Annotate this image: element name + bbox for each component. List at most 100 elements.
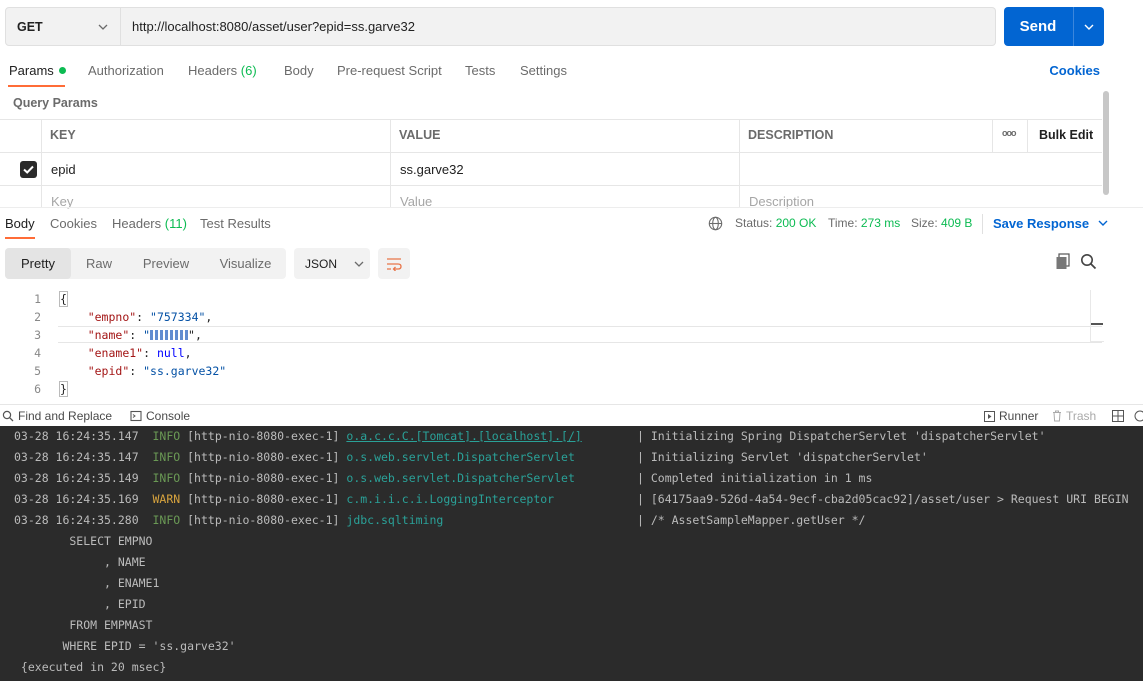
tab-tests[interactable]: Tests [465, 63, 495, 78]
json-key: "name" [87, 328, 130, 342]
param-checkbox[interactable] [20, 161, 37, 178]
help-icon[interactable] [1134, 410, 1143, 422]
log-level: INFO [152, 429, 181, 443]
json-value: null [156, 346, 185, 360]
runner-label: Runner [999, 409, 1039, 423]
log-logger[interactable]: o.s.web.servlet.DispatcherServlet [346, 450, 574, 464]
checkmark-icon [23, 165, 34, 174]
size-value: 409 B [941, 216, 973, 230]
view-pretty[interactable]: Pretty [5, 248, 71, 279]
format-select[interactable]: JSON [294, 248, 370, 279]
response-time: Time: 273 ms [828, 216, 900, 230]
chevron-down-icon [354, 261, 364, 267]
log-row: 03-28 16:24:35.149 INFO [http-nio-8080-e… [14, 471, 575, 485]
overview-ruler-marker [1091, 323, 1103, 325]
log-thread: [http-nio-8080-exec-1] [187, 513, 340, 527]
log-level: INFO [152, 471, 181, 485]
log-logger[interactable]: jdbc.sqltiming [346, 513, 443, 527]
sql-line: , ENAME1 [14, 576, 160, 590]
send-button[interactable]: Send [1004, 7, 1104, 46]
search-icon[interactable] [1080, 253, 1097, 270]
current-line-highlight [58, 326, 1102, 343]
json-value: "757334" [150, 310, 206, 324]
line-number: 2 [34, 310, 41, 324]
wrap-lines-button[interactable] [378, 248, 410, 279]
console-label: Console [146, 409, 191, 423]
log-logger[interactable]: o.s.web.servlet.DispatcherServlet [346, 471, 574, 485]
chevron-down-icon [98, 24, 108, 30]
status-value: 200 OK [775, 216, 817, 230]
save-response-button[interactable]: Save Response [993, 216, 1108, 231]
json-punct: , [184, 346, 192, 360]
globe-icon[interactable] [708, 216, 723, 231]
log-message: | Initializing Servlet 'dispatcherServle… [637, 450, 928, 464]
line-number: 5 [34, 364, 41, 378]
line-number: 3 [34, 328, 41, 342]
log-logger[interactable]: c.m.i.i.c.i.LoggingInterceptor [346, 492, 554, 506]
send-dropdown[interactable] [1074, 7, 1104, 46]
divider [992, 119, 993, 152]
view-preview[interactable]: Preview [127, 248, 205, 279]
bottom-status-bar: Find and Replace Console Runner Trash [0, 404, 1143, 426]
cookies-link[interactable]: Cookies [1049, 63, 1100, 78]
console-button[interactable]: Console [130, 409, 190, 423]
log-timestamp: 03-28 16:24:35.147 [14, 450, 139, 464]
log-thread: [http-nio-8080-exec-1] [187, 471, 340, 485]
log-message: | [64175aa9-526d-4a54-9ecf-cba2d05cac92]… [637, 492, 1129, 506]
url-input[interactable]: http://localhost:8080/asset/user?epid=ss… [121, 7, 996, 46]
send-label: Send [1019, 18, 1057, 35]
tab-body[interactable]: Body [284, 63, 314, 78]
response-tab-cookies[interactable]: Cookies [50, 216, 97, 231]
log-timestamp: 03-28 16:24:35.147 [14, 429, 139, 443]
tab-settings[interactable]: Settings [520, 63, 567, 78]
json-key: "ename1" [87, 346, 144, 360]
method-select[interactable]: GET [5, 7, 121, 46]
copy-icon[interactable] [1055, 253, 1071, 270]
redacted-value [150, 330, 189, 340]
line-number: 6 [34, 382, 41, 396]
response-tab-headers[interactable]: Headers (11) [112, 216, 187, 231]
param-value[interactable]: ss.garve32 [400, 162, 464, 177]
view-visualize[interactable]: Visualize [205, 248, 286, 279]
status-label: Status: [735, 216, 773, 230]
tab-pre-request-script[interactable]: Pre-request Script [337, 63, 442, 78]
log-timestamp: 03-28 16:24:35.280 [14, 513, 139, 527]
log-logger[interactable]: o.a.c.c.C.[Tomcat].[localhost].[/] [346, 429, 581, 443]
request-tabs: Params Authorization Headers (6) Body Pr… [0, 63, 1143, 87]
params-table [0, 119, 1102, 207]
column-header-key: KEY [50, 128, 76, 142]
console-output[interactable]: 03-28 16:24:35.147 INFO [http-nio-8080-e… [0, 426, 1143, 681]
find-replace-button[interactable]: Find and Replace [2, 409, 112, 423]
chevron-down-icon [1084, 24, 1094, 30]
more-options-icon[interactable]: ooo [1002, 128, 1016, 138]
bulk-edit-button[interactable]: Bulk Edit [1039, 128, 1093, 142]
scrollbar[interactable] [1103, 91, 1109, 195]
response-tab-test-results[interactable]: Test Results [200, 216, 271, 231]
tab-authorization[interactable]: Authorization [88, 63, 164, 78]
line-number: 4 [34, 346, 41, 360]
tab-params[interactable]: Params [9, 63, 66, 78]
code-line: "ename1": null, [87, 346, 192, 360]
param-key[interactable]: epid [51, 162, 76, 177]
method-label: GET [17, 19, 43, 34]
time-label: Time: [828, 216, 858, 230]
view-raw[interactable]: Raw [71, 248, 127, 279]
log-message: | Initializing Spring DispatcherServlet … [637, 429, 1046, 443]
console-icon [130, 410, 142, 422]
code-line: "empno": "757334", [87, 310, 213, 324]
trash-button[interactable]: Trash [1052, 409, 1096, 423]
trash-icon [1053, 410, 1061, 422]
tab-headers[interactable]: Headers (6) [188, 63, 257, 78]
divider [0, 152, 1102, 153]
runner-button[interactable]: Runner [984, 409, 1038, 423]
find-replace-label: Find and Replace [18, 409, 113, 423]
tab-label: Headers [112, 216, 162, 231]
divider [1027, 119, 1028, 152]
sql-line: FROM EMPMAST [14, 618, 153, 632]
divider [739, 119, 740, 207]
two-pane-icon[interactable] [1112, 410, 1124, 422]
column-header-value: VALUE [399, 128, 441, 142]
response-tab-body[interactable]: Body [5, 216, 35, 231]
code-line: "epid": "ss.garve32" [87, 364, 227, 378]
log-message: | /* AssetSampleMapper.getUser */ [637, 513, 866, 527]
